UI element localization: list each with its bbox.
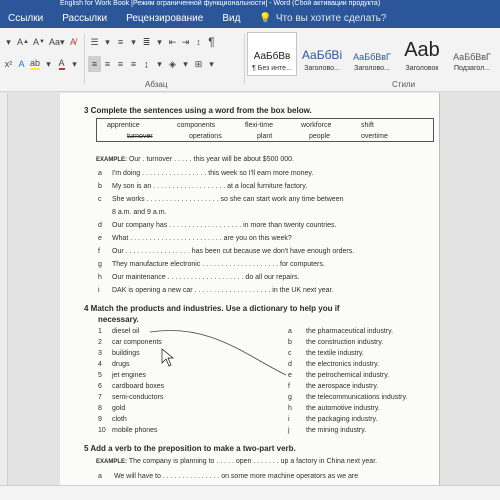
numbering-dropdown-icon[interactable]: ▾ [127,34,140,50]
show-marks-icon[interactable]: ¶ [205,34,218,50]
style-preview: АаБбВвГ [353,52,391,62]
paragraph-group-label: Абзац [145,80,168,89]
font-row-2: x² A ab ▾ A ▾ [2,56,81,72]
styles-group-label: Стили [392,80,416,89]
tell-me-search[interactable]: 💡 Что вы хотите сделать? [251,13,386,24]
justify-icon[interactable]: ≡ [127,56,140,72]
style-no-spacing[interactable]: АаБбВв ¶ Без инте... [247,32,297,76]
text-effects-icon[interactable]: A [15,56,28,72]
superscript-icon[interactable]: x² [2,56,15,72]
increase-indent-icon[interactable]: ⇥ [179,34,192,50]
mouse-cursor-icon [161,348,174,367]
change-case-button[interactable]: Aa ▾ [47,34,67,50]
menu-references[interactable]: Ссылки [0,13,54,24]
change-case-label: Aa [48,37,60,47]
shrink-font-icon[interactable]: A ▼ [31,34,47,50]
bullets-dropdown-icon[interactable]: ▾ [101,34,114,50]
style-subtitle[interactable]: АаБбВвГ Подзагол... [447,32,497,76]
style-preview: АаБбВв [253,51,291,62]
multilevel-dropdown-icon[interactable]: ▾ [153,34,166,50]
exercise-5-item-a: a We will have to . . . . . . . . . . . … [98,473,358,480]
align-right-icon[interactable]: ≡ [114,56,127,72]
style-name: Заголовок [405,65,439,72]
exercise-5-heading: 5 Add a verb to the preposition to make … [84,444,296,453]
match-line [149,330,287,376]
clear-formatting-icon[interactable]: A̸ [66,34,79,50]
menu-mailings[interactable]: Рассылки [54,13,118,24]
menu-review[interactable]: Рецензирование [118,13,214,24]
align-left-icon[interactable]: ≡ [88,56,101,72]
window-title: English for Work Book [Режим ограниченно… [0,0,500,8]
item-text: We will have to . . . . . . . . . . . . … [113,473,359,480]
styles-gallery: АаБбВв ¶ Без инте... АаБбВі Заголово... … [247,32,497,76]
status-bar [0,485,500,500]
numbering-icon[interactable]: ≡ [114,34,127,50]
style-name: Заголово... [354,65,390,72]
style-preview: АаБбВі [301,48,343,62]
item-letter: a [98,473,102,480]
style-name: Подзагол... [453,65,490,72]
shading-dropdown-icon[interactable]: ▾ [179,56,192,72]
drawn-match-line [149,330,287,376]
lightbulb-icon: 💡 [259,12,272,24]
sort-icon[interactable]: ↕ [192,34,205,50]
decrease-indent-icon[interactable]: ⇤ [166,34,179,50]
style-title[interactable]: Aab Заголовок [397,32,447,76]
multilevel-list-icon[interactable]: ≣ [140,34,153,50]
vertical-ruler [0,93,8,485]
align-center-icon[interactable]: ≡ [101,56,114,72]
bullets-icon[interactable]: ☰ [88,34,101,50]
borders-icon[interactable]: ⊞ [192,56,205,72]
font-color-dropdown-icon[interactable]: ▾ [68,56,81,72]
shading-icon[interactable]: ◈ [166,56,179,72]
ribbon: ▾ A ▲ A ▼ Aa ▾ A̸ x² A ab ▾ A ▾ ☰ ▾ ≡ ▾ ≣ ▾… [0,28,500,92]
document-page[interactable]: 3 Complete the sentences using a word fr… [60,93,440,485]
line-spacing-dropdown-icon[interactable]: ▾ [153,56,166,72]
line-spacing-icon[interactable]: ↨ [140,56,153,72]
style-preview: АаБбВвГ [453,52,491,62]
style-preview: Aab [404,39,440,61]
paragraph-row-2: ≡ ≡ ≡ ≡ ↨ ▾ ◈ ▾ ⊞ ▾ [88,56,218,72]
grow-font-icon[interactable]: A ▲ [15,34,31,50]
example-text: The company is planning to . . . . . ope… [128,458,378,465]
font-color-icon[interactable]: A [55,56,68,72]
style-name: ¶ Без инте... [252,65,292,72]
font-size-dropdown-arrow-icon[interactable]: ▾ [2,34,15,50]
style-name: Заголово... [304,65,340,72]
style-heading-2[interactable]: АаБбВвГ Заголово... [347,32,397,76]
ribbon-separator [244,34,245,84]
paragraph-row-1: ☰ ▾ ≡ ▾ ≣ ▾ ⇤ ⇥ ↕ ¶ [88,34,218,50]
menu-bar: Ссылки Рассылки Рецензирование Вид 💡 Что… [0,8,500,28]
style-heading-1[interactable]: АаБбВі Заголово... [297,32,347,76]
highlight-icon[interactable]: ab [28,56,42,72]
font-row-1: ▾ A ▲ A ▼ Aa ▾ A̸ [2,34,79,50]
menu-view[interactable]: Вид [214,13,251,24]
document-area[interactable]: 3 Complete the sentences using a word fr… [0,93,500,485]
example-5: EXAMPLE: The company is planning to . . … [96,458,377,465]
tell-me-placeholder: Что вы хотите сделать? [275,12,387,24]
highlight-dropdown-icon[interactable]: ▾ [42,56,55,72]
example-label: EXAMPLE: [96,459,128,465]
borders-dropdown-icon[interactable]: ▾ [205,56,218,72]
ribbon-separator [84,34,85,84]
